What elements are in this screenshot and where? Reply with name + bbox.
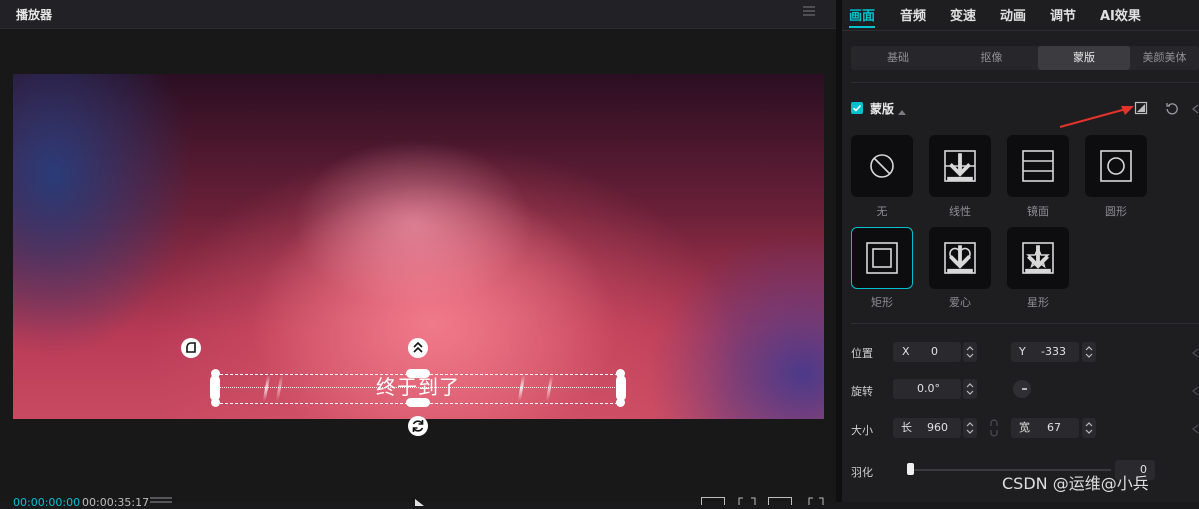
resize-handle-top[interactable] [406, 369, 430, 378]
preset-label: 星形 [1027, 296, 1049, 309]
active-tab-indicator [849, 26, 875, 28]
rotation-value: 0.0° [917, 382, 940, 395]
mirror-mask-icon [1022, 150, 1054, 182]
feather-slider-thumb[interactable] [907, 463, 914, 475]
download-icon [947, 153, 973, 181]
divider [851, 82, 1199, 83]
resize-handle-right[interactable] [616, 375, 626, 401]
current-timecode: 00:00:00:00 [13, 496, 81, 509]
quality-icon[interactable] [768, 494, 792, 507]
mask-preset-star[interactable] [1007, 227, 1069, 289]
height-value: 67 [1047, 421, 1061, 434]
x-value: 0 [931, 345, 938, 358]
divider [842, 30, 1199, 31]
mask-preset-heart[interactable] [929, 227, 991, 289]
subtab-beauty[interactable]: 美颜美体 [1130, 46, 1199, 70]
height-label: 宽 [1019, 421, 1030, 434]
rotation-field[interactable]: 0.0° [893, 379, 961, 399]
position-x-field[interactable]: X 0 [893, 342, 961, 362]
resize-handle-left[interactable] [210, 375, 220, 401]
rotation-dial[interactable] [1013, 380, 1031, 398]
size-label: 大小 [851, 424, 873, 437]
tab-audio[interactable]: 音频 [900, 5, 926, 24]
preset-label: 镜面 [1027, 205, 1049, 218]
preset-label: 矩形 [871, 296, 893, 309]
download-icon [1025, 245, 1051, 273]
size-height-field[interactable]: 宽 67 [1011, 418, 1079, 438]
annotation-arrow [1058, 104, 1136, 130]
rotation-stepper[interactable] [963, 379, 977, 399]
position-x-stepper[interactable] [963, 342, 977, 362]
player-header [0, 0, 836, 29]
video-preview[interactable] [13, 74, 824, 419]
width-value: 960 [927, 421, 948, 434]
rectangle-mask-icon [866, 242, 898, 274]
menu-icon[interactable] [802, 4, 816, 18]
position-y-stepper[interactable] [1082, 342, 1096, 362]
corner-radius-icon[interactable] [181, 338, 201, 358]
size-width-field[interactable]: 长 960 [893, 418, 961, 438]
y-value: -333 [1041, 345, 1066, 358]
crop-icon[interactable] [738, 494, 756, 505]
size-height-stepper[interactable] [1082, 418, 1096, 438]
keyframe-chevron-icon[interactable] [1191, 103, 1199, 114]
y-label: Y [1019, 345, 1026, 358]
divider [851, 323, 1199, 324]
player-title: 播放器 [16, 8, 53, 22]
feather-label: 羽化 [851, 466, 873, 479]
mask-preset-rectangle[interactable] [851, 227, 913, 289]
mask-preset-none[interactable] [851, 135, 913, 197]
invert-mask-icon[interactable] [1134, 101, 1148, 115]
ratio-icon[interactable] [701, 494, 725, 507]
mask-preset-mirror[interactable] [1007, 135, 1069, 197]
keyframe-chevron-icon[interactable] [1191, 385, 1199, 396]
collapse-caret-icon[interactable] [898, 104, 906, 115]
size-width-stepper[interactable] [963, 418, 977, 438]
mask-preset-linear[interactable] [929, 135, 991, 197]
tab-ai-effects[interactable]: AI效果 [1100, 5, 1141, 24]
feather-drag-icon[interactable] [408, 338, 428, 358]
tab-adjust[interactable]: 调节 [1050, 5, 1076, 24]
position-y-field[interactable]: Y -333 [1011, 342, 1079, 362]
watermark: CSDN @运维@小兵 [1002, 474, 1149, 493]
play-icon[interactable] [413, 495, 425, 506]
total-timecode: 00:00:35:17 [82, 496, 150, 509]
width-label: 长 [901, 421, 912, 434]
preset-label: 圆形 [1105, 205, 1127, 218]
keyframe-chevron-icon[interactable] [1191, 347, 1199, 358]
aspect-lock-icon[interactable] [988, 419, 1000, 437]
mask-preset-circle[interactable] [1085, 135, 1147, 197]
circle-mask-icon [1100, 150, 1132, 182]
subtab-basic[interactable]: 基础 [851, 46, 945, 70]
preset-label: 线性 [949, 205, 971, 218]
keyframe-chevron-icon[interactable] [1191, 423, 1199, 434]
mask-section-title: 蒙版 [870, 102, 895, 116]
tab-picture[interactable]: 画面 [849, 5, 875, 24]
mask-enable-checkbox[interactable] [851, 102, 863, 114]
position-label: 位置 [851, 347, 873, 360]
subtab-cutout[interactable]: 抠像 [945, 46, 1038, 70]
preset-label: 爱心 [949, 296, 971, 309]
resize-handle-bottom[interactable] [406, 398, 430, 407]
fullscreen-icon[interactable] [808, 494, 824, 505]
tab-animation[interactable]: 动画 [1000, 5, 1026, 24]
rotation-label: 旋转 [851, 385, 873, 398]
none-icon [870, 154, 894, 178]
rotate-handle-icon[interactable] [408, 416, 428, 436]
timeline-list-icon[interactable] [150, 494, 172, 503]
x-label: X [902, 345, 910, 358]
subtab-mask[interactable]: 蒙版 [1038, 46, 1130, 70]
preset-label: 无 [876, 205, 888, 218]
download-icon [947, 245, 973, 273]
tab-speed[interactable]: 变速 [950, 5, 976, 24]
reset-icon[interactable] [1165, 101, 1179, 115]
